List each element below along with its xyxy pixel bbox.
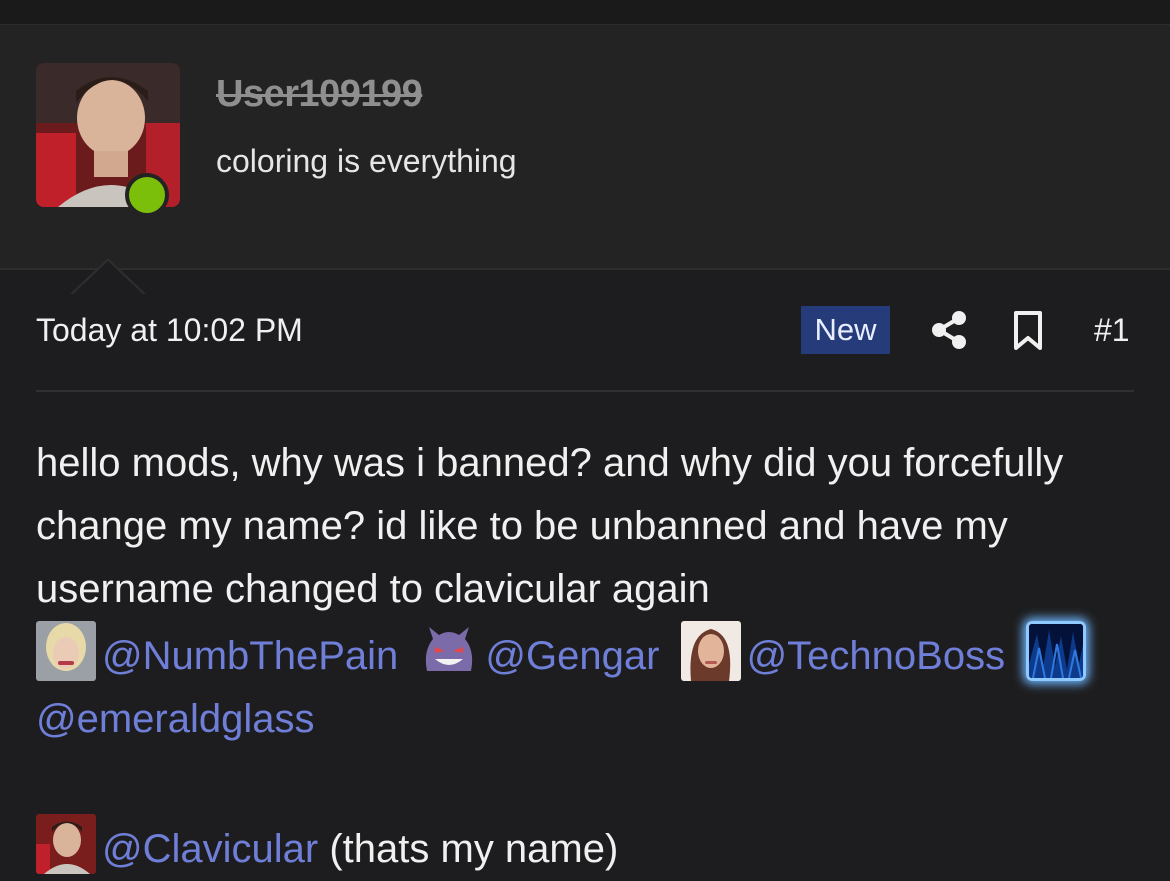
online-status-icon xyxy=(125,173,169,217)
new-badge: New xyxy=(801,306,890,354)
woman-portrait-avatar-icon xyxy=(680,621,741,681)
mention-link[interactable]: @emeraldglass xyxy=(36,697,315,741)
mention-link[interactable]: @TechnoBoss xyxy=(747,634,1006,678)
post-body: hello mods, why was i banned? and why di… xyxy=(36,432,1134,881)
pointer-arrow xyxy=(72,261,144,295)
username[interactable]: User109199 xyxy=(216,73,423,116)
mention-link[interactable]: @Gengar xyxy=(485,634,659,678)
meta-divider xyxy=(36,390,1134,392)
man-portrait-avatar-icon xyxy=(36,814,96,874)
post-number-link[interactable]: #1 xyxy=(1094,312,1130,349)
blonde-woman-avatar-icon xyxy=(36,621,96,681)
post-timestamp[interactable]: Today at 10:02 PM xyxy=(36,312,303,349)
user-avatar[interactable] xyxy=(36,63,180,217)
bookmark-icon[interactable] xyxy=(1012,310,1044,352)
post-meta-bar: Today at 10:02 PM New #1 xyxy=(36,306,1134,354)
user-title: coloring is everything xyxy=(216,143,517,179)
mention-link[interactable]: @Clavicular xyxy=(102,827,318,871)
gengar-avatar-icon xyxy=(419,621,480,681)
user-info-block: User109199 coloring is everything xyxy=(0,25,1170,295)
top-bar xyxy=(0,0,1170,25)
mention-link[interactable]: @NumbThePain xyxy=(102,634,398,678)
blue-abstract-avatar-icon xyxy=(1026,621,1087,681)
trailing-text: (thats my name) xyxy=(329,827,619,871)
post-body-text: hello mods, why was i banned? and why di… xyxy=(36,441,1064,611)
share-icon[interactable] xyxy=(930,310,968,350)
